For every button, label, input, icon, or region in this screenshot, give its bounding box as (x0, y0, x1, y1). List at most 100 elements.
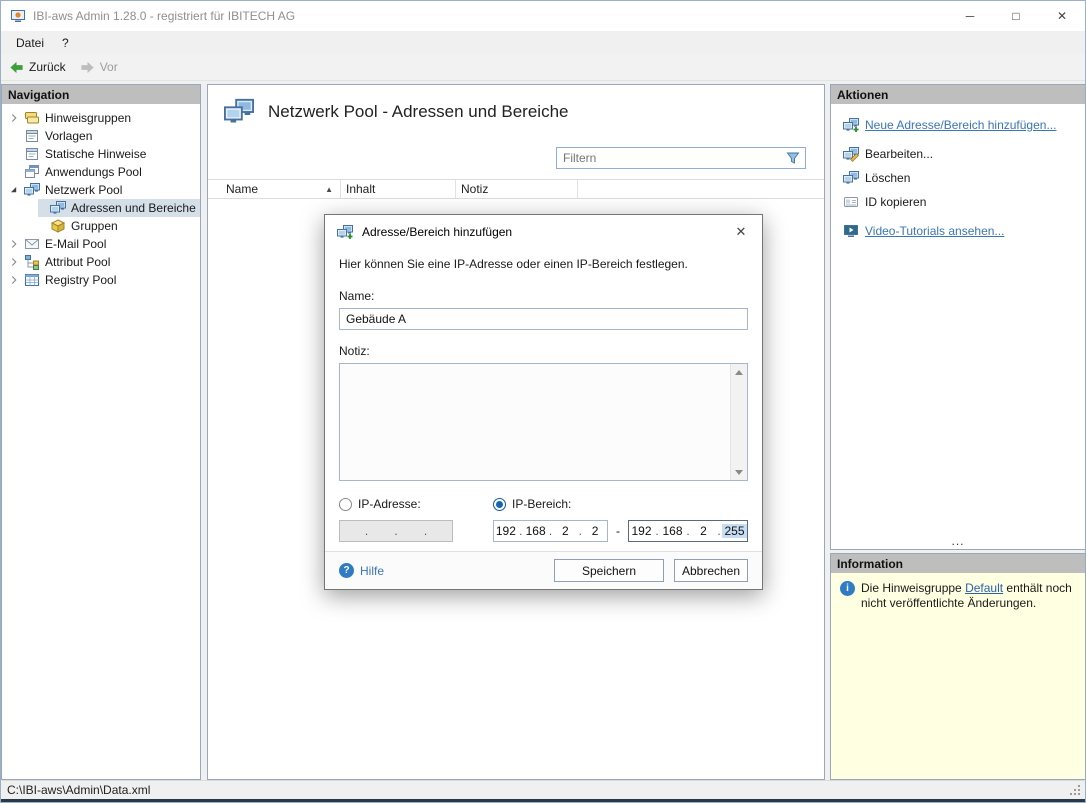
back-label: Zurück (29, 60, 66, 74)
tree-item-label: Gruppen (71, 219, 118, 233)
navigation-panel: Navigation Hinweisgruppen Vorlagen Stati… (1, 84, 201, 780)
help-link[interactable]: ? Hilfe (339, 563, 384, 578)
maximize-icon[interactable]: □ (993, 1, 1039, 31)
cancel-button[interactable]: Abbrechen (674, 559, 748, 582)
radio-ip-address[interactable] (339, 498, 352, 511)
column-header-notiz[interactable]: Notiz (456, 180, 578, 198)
video-icon (843, 223, 859, 239)
dialog-description: Hier können Sie eine IP-Adresse oder ein… (339, 257, 748, 271)
back-button[interactable]: Zurück (9, 60, 66, 75)
main-header: Netzwerk Pool - Adressen und Bereiche (208, 85, 824, 137)
scroll-down-icon[interactable] (731, 464, 747, 480)
default-group-link[interactable]: Default (965, 581, 1003, 595)
tree-item-netzwerk-pool[interactable]: Netzwerk Pool (2, 181, 200, 199)
ip-segment: 168 (524, 524, 548, 538)
note-textarea[interactable] (339, 363, 748, 481)
tree-item-anwendungs-pool[interactable]: Anwendungs Pool (2, 163, 200, 181)
statusbar: C:\IBI-aws\Admin\Data.xml (2, 780, 1084, 799)
actions-overflow[interactable]: ... (831, 534, 1085, 548)
form-icon (24, 128, 40, 144)
radio-ip-range-label: IP-Bereich: (512, 497, 571, 511)
column-header-name[interactable]: Name ▲ (208, 180, 341, 198)
forward-button[interactable]: Vor (80, 60, 118, 75)
add-address-dialog: Adresse/Bereich hinzufügen ✕ Hier können… (324, 214, 763, 590)
forward-arrow-icon (80, 60, 95, 75)
chevron-down-icon[interactable] (6, 183, 22, 197)
tree-item-label: Vorlagen (45, 129, 92, 143)
chevron-right-icon[interactable] (6, 237, 22, 251)
tree-item-email-pool[interactable]: E-Mail Pool (2, 235, 200, 253)
action-copy-id[interactable]: ID kopieren (831, 190, 1085, 214)
app-icon (10, 8, 26, 24)
tree-nodes-icon (24, 254, 40, 270)
funnel-icon[interactable] (785, 150, 801, 166)
range-separator: - (608, 524, 628, 538)
menu-item-datei[interactable]: Datei (7, 33, 53, 53)
tree-item-label: Registry Pool (45, 273, 116, 287)
tree-item-vorlagen[interactable]: Vorlagen (2, 127, 200, 145)
grid-icon (24, 272, 40, 288)
menu-item-help[interactable]: ? (53, 33, 78, 53)
chevron-right-icon[interactable] (6, 273, 22, 287)
toolbar: Zurück Vor (1, 54, 1085, 81)
information-message: Die Hinweisgruppe Default enthält noch n… (861, 581, 1076, 611)
filter-input[interactable] (557, 148, 785, 168)
info-icon: i (840, 581, 855, 596)
tree-item-hinweisgruppen[interactable]: Hinweisgruppen (2, 109, 200, 127)
network-computers-icon (24, 182, 40, 198)
action-delete[interactable]: Löschen (831, 166, 1085, 190)
information-panel: Information i Die Hinweisgruppe Default … (830, 553, 1086, 780)
right-column: Aktionen Neue Adresse/Bereich hinzufügen… (830, 84, 1086, 780)
ip-segment: 2 (554, 524, 578, 538)
ip-segment: 192 (629, 524, 654, 538)
tree-item-attribut-pool[interactable]: Attribut Pool (2, 253, 200, 271)
dialog-footer: ? Hilfe Speichern Abbrechen (325, 551, 762, 589)
sort-ascending-icon: ▲ (325, 185, 333, 194)
ip-range-from-field[interactable]: 19216822 (493, 520, 608, 542)
forward-label: Vor (100, 60, 118, 74)
radio-group-ip-address[interactable]: IP-Adresse: (339, 497, 493, 511)
radio-row: IP-Adresse: IP-Bereich: (339, 497, 748, 511)
column-header-empty (578, 180, 824, 198)
radio-group-ip-range[interactable]: IP-Bereich: (493, 497, 571, 511)
chevron-right-icon[interactable] (6, 111, 22, 125)
menubar: Datei ? (1, 31, 1085, 54)
id-card-icon (843, 194, 859, 210)
document-icon (24, 146, 40, 162)
column-header-inhalt[interactable]: Inhalt (341, 180, 456, 198)
dialog-close-icon[interactable]: ✕ (726, 219, 756, 245)
close-icon[interactable]: ✕ (1039, 1, 1085, 31)
tree-item-statische-hinweise[interactable]: Statische Hinweise (2, 145, 200, 163)
minimize-icon[interactable]: ─ (947, 1, 993, 31)
tree-item-adressen-und-bereiche[interactable]: Adressen und Bereiche (2, 199, 200, 217)
tree-item-label: Attribut Pool (45, 255, 110, 269)
scroll-up-icon[interactable] (731, 364, 747, 380)
ip-segment: 168 (660, 524, 685, 538)
save-button[interactable]: Speichern (554, 559, 664, 582)
radio-ip-range[interactable] (493, 498, 506, 511)
ip-row: 19216822 - 1921682255 (339, 520, 748, 542)
action-video-tutorials[interactable]: Video-Tutorials ansehen... (831, 219, 1085, 243)
ip-range-to-field[interactable]: 1921682255 (628, 520, 748, 542)
box-icon (50, 218, 66, 234)
network-computers-icon (224, 97, 254, 127)
window-bottom-border (1, 799, 1085, 802)
resize-grip-icon[interactable] (1068, 784, 1081, 797)
action-add-address[interactable]: Neue Adresse/Bereich hinzufügen... (831, 113, 1085, 137)
window-title: IBI-aws Admin 1.28.0 - registriert für I… (33, 9, 947, 23)
tree-item-registry-pool[interactable]: Registry Pool (2, 271, 200, 289)
scrollbar[interactable] (730, 364, 747, 480)
help-label: Hilfe (360, 564, 384, 578)
navigation-tree: Hinweisgruppen Vorlagen Statische Hinwei… (2, 104, 200, 289)
tree-item-gruppen[interactable]: Gruppen (2, 217, 200, 235)
dialog-body: Hier können Sie eine IP-Adresse oder ein… (325, 257, 762, 542)
action-edit[interactable]: Bearbeiten... (831, 142, 1085, 166)
chevron-right-icon[interactable] (6, 255, 22, 269)
tree-item-label: Adressen und Bereiche (71, 201, 196, 215)
name-input[interactable] (339, 308, 748, 330)
navigation-header: Navigation (2, 85, 200, 104)
tree-item-label: Statische Hinweise (45, 147, 146, 161)
dialog-title: Adresse/Bereich hinzufügen (362, 225, 726, 239)
ip-address-field[interactable] (339, 520, 453, 542)
radio-ip-address-label: IP-Adresse: (358, 497, 421, 511)
